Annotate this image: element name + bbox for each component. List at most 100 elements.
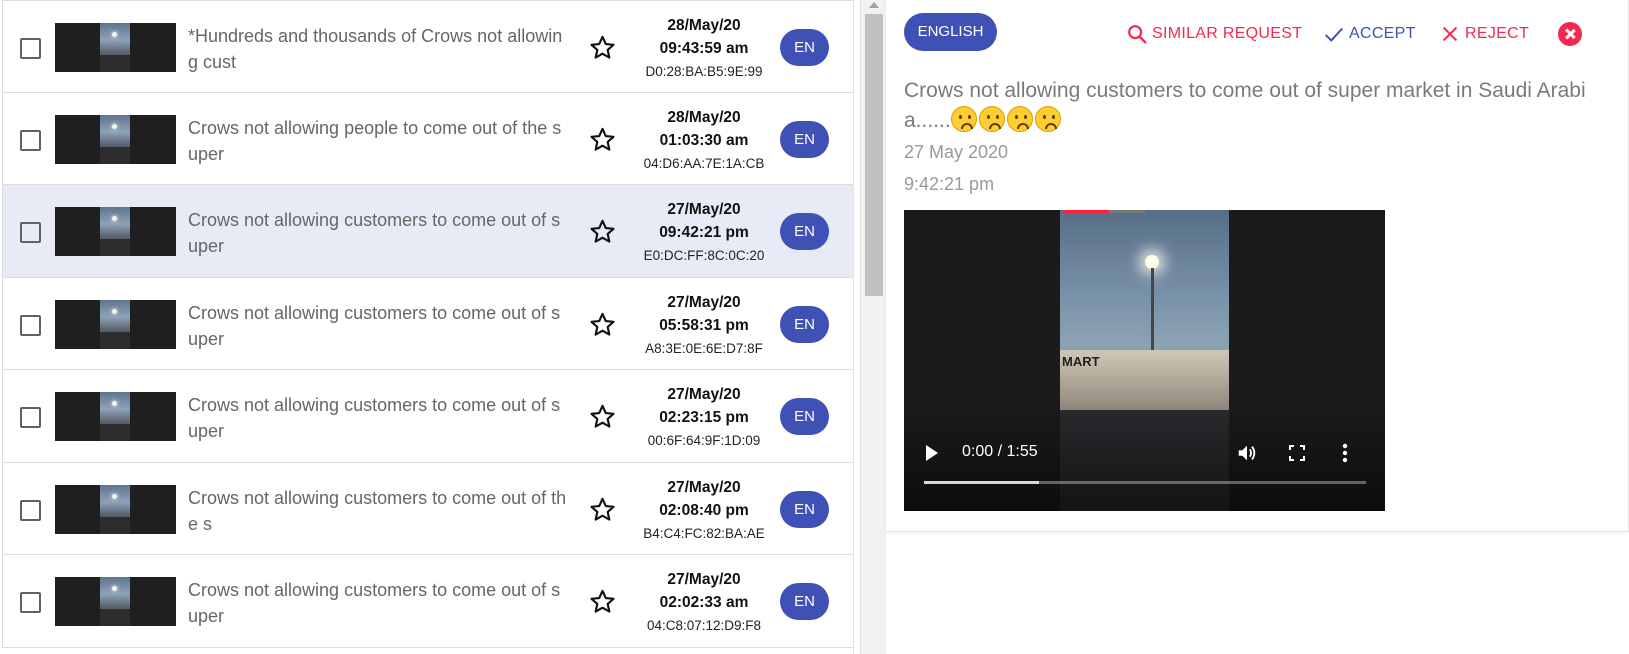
star-icon[interactable] — [589, 218, 616, 245]
search-icon — [1128, 25, 1147, 44]
request-full-text: Crows not allowing customers to come out… — [904, 76, 1604, 136]
video-player[interactable]: MART 0:00 / 1:55 — [904, 210, 1385, 511]
request-time: 09:43:59 am — [659, 40, 749, 57]
close-detail-icon[interactable] — [1558, 22, 1582, 46]
row-checkbox[interactable] — [20, 129, 41, 151]
request-date: 27/May/20 — [667, 478, 741, 496]
request-title[interactable]: Crows not allowing customers to come out… — [188, 207, 568, 259]
video-top-progress — [1064, 210, 1109, 213]
request-title[interactable]: Crows not allowing customers to come out… — [188, 300, 568, 352]
accept-button[interactable]: ACCEPT — [1323, 22, 1416, 46]
request-time: 05:58:31 pm — [659, 316, 749, 334]
star-icon[interactable] — [589, 496, 616, 523]
request-meta: 27/May/20 05:58:31 pm A8:3E:0E:6E:D7:8F — [635, 291, 773, 360]
more-options-icon[interactable] — [1342, 442, 1348, 464]
row-checkbox[interactable] — [20, 314, 41, 336]
volume-icon[interactable] — [1236, 442, 1258, 464]
list-item[interactable]: *Hundreds and thousands of Crows not all… — [3, 0, 853, 93]
list-item[interactable]: Crows not allowing customers to come out… — [3, 462, 853, 555]
accept-label: ACCEPT — [1349, 25, 1416, 42]
video-thumbnail[interactable] — [55, 299, 176, 349]
scroll-up-arrow-icon[interactable] — [869, 2, 879, 8]
request-list: *Hundreds and thousands of Crows not all… — [2, 0, 853, 648]
list-item[interactable]: Crows not allowing customers to come out… — [3, 185, 853, 278]
device-mac: D0:28:BA:B5:9E:99 — [645, 64, 763, 79]
list-item[interactable]: Crows not allowing customers to come out… — [3, 555, 853, 648]
thumbnail-ground — [100, 516, 130, 534]
emoji-face-icon — [1034, 106, 1061, 132]
list-item[interactable]: Crows not allowing customers to come out… — [3, 370, 853, 463]
request-date: 28/May/20 — [667, 17, 741, 34]
device-mac: 00:6F:64:9F:1D:09 — [647, 433, 761, 448]
video-thumbnail[interactable] — [55, 577, 176, 626]
video-thumbnail[interactable] — [55, 114, 176, 164]
request-list-panel: *Hundreds and thousands of Crows not all… — [0, 0, 854, 654]
list-item[interactable]: Crows not allowing customers to come out… — [3, 277, 853, 370]
request-time: 02:23:15 pm — [659, 409, 749, 426]
thumbnail-ground — [100, 55, 130, 72]
video-seek-bar[interactable] — [924, 481, 1366, 484]
request-detail-card: ENGLISH SIMILAR REQUEST ACCEPT REJECT Cr… — [886, 0, 1629, 532]
request-date: 27/May/20 — [667, 201, 741, 218]
star-icon[interactable] — [589, 34, 616, 61]
language-chip[interactable]: EN — [780, 120, 829, 158]
language-chip[interactable]: ENGLISH — [904, 13, 997, 51]
fullscreen-icon[interactable] — [1289, 445, 1305, 461]
request-time: 02:02:33 am — [659, 594, 749, 611]
star-icon[interactable] — [589, 403, 616, 430]
language-chip[interactable]: EN — [780, 583, 829, 620]
app-root: *Hundreds and thousands of Crows not all… — [0, 0, 1629, 654]
request-date: 27/May/20 — [667, 293, 741, 311]
video-thumbnail[interactable] — [55, 207, 176, 256]
language-chip[interactable]: EN — [780, 29, 829, 66]
request-time: 9:42:21 pm — [904, 174, 995, 194]
close-x-icon — [1442, 26, 1458, 42]
language-chip[interactable]: EN — [780, 305, 829, 343]
thumbnail-ground — [100, 609, 130, 626]
device-mac: E0:DC:FF:8C:0C:20 — [643, 248, 765, 263]
row-checkbox[interactable] — [20, 592, 41, 613]
similar-request-label: SIMILAR REQUEST — [1152, 25, 1303, 42]
star-icon[interactable] — [589, 588, 616, 615]
row-checkbox[interactable] — [20, 222, 41, 243]
request-meta: 28/May/20 01:03:30 am 04:D6:AA:7E:1A:CB — [635, 106, 773, 175]
language-chip[interactable]: EN — [780, 398, 829, 435]
reject-button[interactable]: REJECT — [1439, 22, 1529, 46]
row-checkbox[interactable] — [20, 407, 41, 428]
device-mac: B4:C4:FC:82:BA:AE — [643, 525, 765, 541]
request-date: 27 May 2020 — [904, 142, 1009, 162]
scrollbar-thumb[interactable] — [865, 14, 883, 296]
language-chip[interactable]: EN — [780, 490, 829, 528]
street-lamp — [1145, 255, 1159, 269]
row-checkbox[interactable] — [20, 38, 41, 59]
reject-label: REJECT — [1465, 25, 1530, 42]
video-thumbnail[interactable] — [55, 484, 176, 534]
request-title[interactable]: Crows not allowing customers to come out… — [188, 485, 568, 537]
store-sign: MART — [1062, 354, 1100, 369]
similar-request-button[interactable]: SIMILAR REQUEST — [1126, 22, 1302, 46]
device-mac: 04:C8:07:12:D9:F8 — [646, 618, 762, 633]
request-title[interactable]: *Hundreds and thousands of Crows not all… — [188, 23, 568, 75]
play-icon[interactable] — [926, 445, 938, 461]
list-scrollbar[interactable] — [860, 0, 886, 654]
request-time: 01:03:30 am — [659, 131, 749, 149]
row-checkbox[interactable] — [20, 499, 41, 521]
request-title[interactable]: Crows not allowing customers to come out… — [188, 577, 568, 629]
video-thumbnail[interactable] — [55, 23, 176, 72]
star-icon[interactable] — [589, 126, 616, 153]
request-title[interactable]: Crows not allowing customers to come out… — [188, 392, 568, 444]
request-title[interactable]: Crows not allowing people to come out of… — [188, 115, 568, 167]
request-meta: 27/May/20 02:23:15 pm 00:6F:64:9F:1D:09 — [635, 383, 773, 452]
star-icon[interactable] — [589, 311, 616, 338]
emoji-face-icon — [978, 106, 1005, 132]
language-chip[interactable]: EN — [780, 213, 829, 250]
request-date: 27/May/20 — [667, 571, 741, 588]
list-item[interactable]: Crows not allowing people to come out of… — [3, 92, 853, 185]
request-meta: 27/May/20 09:42:21 pm E0:DC:FF:8C:0C:20 — [635, 198, 773, 267]
request-meta: 27/May/20 02:02:33 am 04:C8:07:12:D9:F8 — [635, 568, 773, 637]
thumbnail-ground — [100, 331, 130, 349]
request-date: 28/May/20 — [667, 108, 741, 126]
video-thumbnail[interactable] — [55, 392, 176, 441]
request-time: 09:42:21 pm — [659, 224, 749, 241]
video-buffered-bar — [924, 481, 1039, 484]
